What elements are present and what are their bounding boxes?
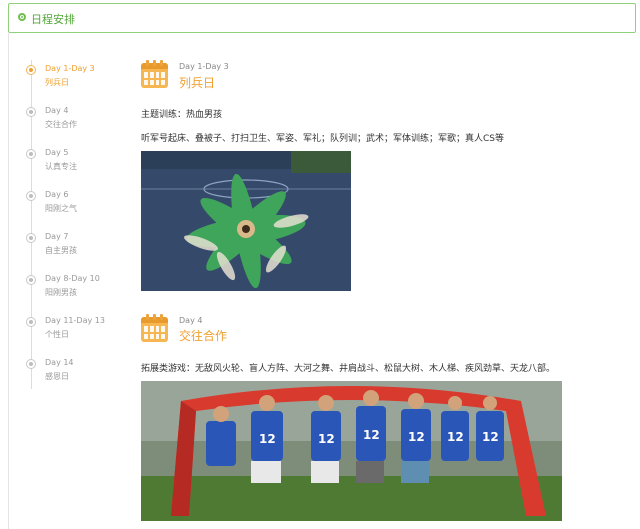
section-day: Day 1-Day 3 xyxy=(179,62,229,71)
timeline-dot-icon xyxy=(26,191,36,201)
timeline-name: 感恩日 xyxy=(45,372,69,381)
timeline-day: Day 1-Day 3 xyxy=(45,64,95,73)
svg-text:12: 12 xyxy=(259,432,276,446)
team-game-photo: 12 12 12 12 12 12 xyxy=(141,381,562,521)
timeline-day: Day 6 xyxy=(45,190,69,199)
timeline-name: 阳刚男孩 xyxy=(45,288,77,297)
svg-text:12: 12 xyxy=(408,430,425,444)
svg-text:12: 12 xyxy=(363,428,380,442)
timeline-item-day7[interactable]: Day 7 自主男孩 xyxy=(24,230,124,262)
timeline-name: 列兵日 xyxy=(45,78,69,87)
section-header-title: 日程安排 xyxy=(31,13,75,26)
timeline-name: 阳刚之气 xyxy=(45,204,77,213)
timeline-item-day11-13[interactable]: Day 11-Day 13 个性日 xyxy=(24,314,124,346)
timeline-name: 交往合作 xyxy=(45,120,77,129)
section-detail: 听军号起床、叠被子、打扫卫生、军姿、军礼；队列训；武术；军体训练；军歌；真人CS… xyxy=(141,134,504,144)
timeline-day: Day 14 xyxy=(45,358,74,367)
timeline-item-day6[interactable]: Day 6 阳刚之气 xyxy=(24,188,124,220)
team-circle-photo xyxy=(141,151,351,291)
timeline-dot-icon xyxy=(26,317,36,327)
svg-text:12: 12 xyxy=(318,432,335,446)
timeline-day: Day 7 xyxy=(45,232,69,241)
timeline-name: 自主男孩 xyxy=(45,246,77,255)
content-border xyxy=(8,32,9,529)
timeline-dot-icon xyxy=(26,233,36,243)
timeline-dot-icon xyxy=(26,275,36,285)
timeline-item-day1-3[interactable]: Day 1-Day 3 列兵日 xyxy=(24,62,124,94)
section-title: 列兵日 xyxy=(179,76,216,90)
timeline-item-day4[interactable]: Day 4 交往合作 xyxy=(24,104,124,136)
timeline-name: 认真专注 xyxy=(45,162,77,171)
svg-text:12: 12 xyxy=(482,430,499,444)
section-header: 日程安排 xyxy=(8,3,636,33)
timeline-day: Day 11-Day 13 xyxy=(45,316,105,325)
section-detail: 拓展类游戏：无敌风火轮、盲人方阵、大河之舞、井肩战斗、松鼠大树、木人梯、疾风劲草… xyxy=(141,364,556,374)
timeline-dot-icon xyxy=(26,149,36,159)
timeline-day: Day 4 xyxy=(45,106,69,115)
timeline-day: Day 8-Day 10 xyxy=(45,274,100,283)
timeline-name: 个性日 xyxy=(45,330,69,339)
section-day: Day 4 xyxy=(179,316,203,325)
section-theme: 主题训练：热血男孩 xyxy=(141,110,223,120)
timeline-day: Day 5 xyxy=(45,148,69,157)
svg-text:12: 12 xyxy=(447,430,464,444)
timeline-item-day8-10[interactable]: Day 8-Day 10 阳刚男孩 xyxy=(24,272,124,304)
timeline-dot-icon xyxy=(26,107,36,117)
calendar-icon xyxy=(141,314,168,342)
section-title: 交往合作 xyxy=(179,329,228,343)
timeline-item-day14[interactable]: Day 14 感恩日 xyxy=(24,356,124,388)
timeline-dot-icon xyxy=(26,359,36,369)
circle-dot-icon xyxy=(18,13,26,21)
timeline-item-day5[interactable]: Day 5 认真专注 xyxy=(24,146,124,178)
calendar-icon xyxy=(141,60,168,88)
timeline-dot-icon xyxy=(26,65,36,75)
